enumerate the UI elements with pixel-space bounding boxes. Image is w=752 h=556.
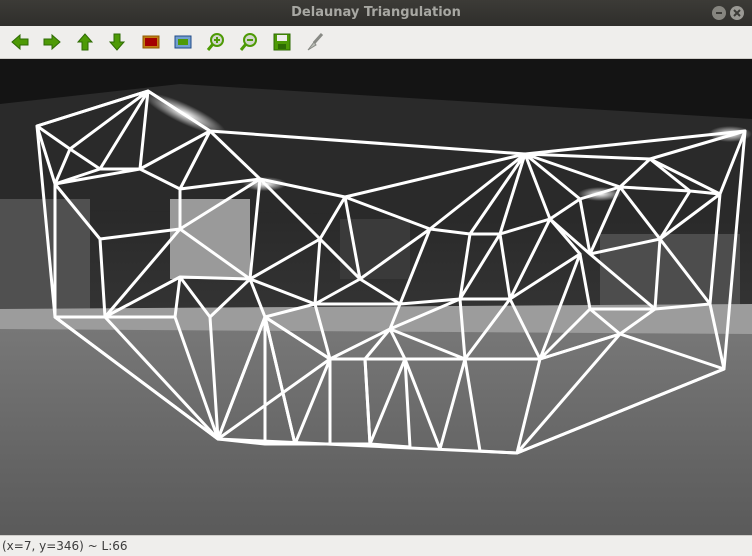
zoom-original-button[interactable] [139, 30, 163, 54]
close-button[interactable] [730, 6, 744, 20]
triangulation-image [0, 59, 752, 535]
zoom-fit-icon [174, 35, 192, 49]
arrow-right-icon [43, 33, 61, 51]
arrow-up-icon [76, 33, 94, 51]
pan-left-button[interactable] [8, 30, 32, 54]
zoom-out-icon [239, 33, 257, 51]
zoom-in-button[interactable] [204, 30, 228, 54]
arrow-down-icon [108, 33, 126, 51]
cursor-readout: (x=7, y=346) ~ L:66 [2, 539, 128, 553]
arrow-left-icon [11, 33, 29, 51]
minimize-button[interactable] [712, 6, 726, 20]
properties-brush-icon [307, 33, 324, 51]
zoom-in-icon [206, 33, 224, 51]
status-bar: (x=7, y=346) ~ L:66 [0, 535, 752, 556]
pan-up-button[interactable] [73, 30, 97, 54]
pan-down-button[interactable] [105, 30, 129, 54]
title-bar: Delaunay Triangulation [0, 0, 752, 26]
pan-right-button[interactable] [40, 30, 64, 54]
window-title: Delaunay Triangulation [291, 5, 461, 20]
save-button[interactable] [270, 30, 294, 54]
save-icon [273, 33, 291, 51]
image-icon [142, 35, 160, 49]
toolbar [0, 26, 752, 59]
properties-button[interactable] [303, 30, 327, 54]
image-canvas[interactable] [0, 59, 752, 535]
app-window: Delaunay Triangulation (x=7, y=346) ~ L:… [0, 0, 752, 556]
zoom-out-button[interactable] [237, 30, 261, 54]
zoom-fit-button[interactable] [171, 30, 195, 54]
